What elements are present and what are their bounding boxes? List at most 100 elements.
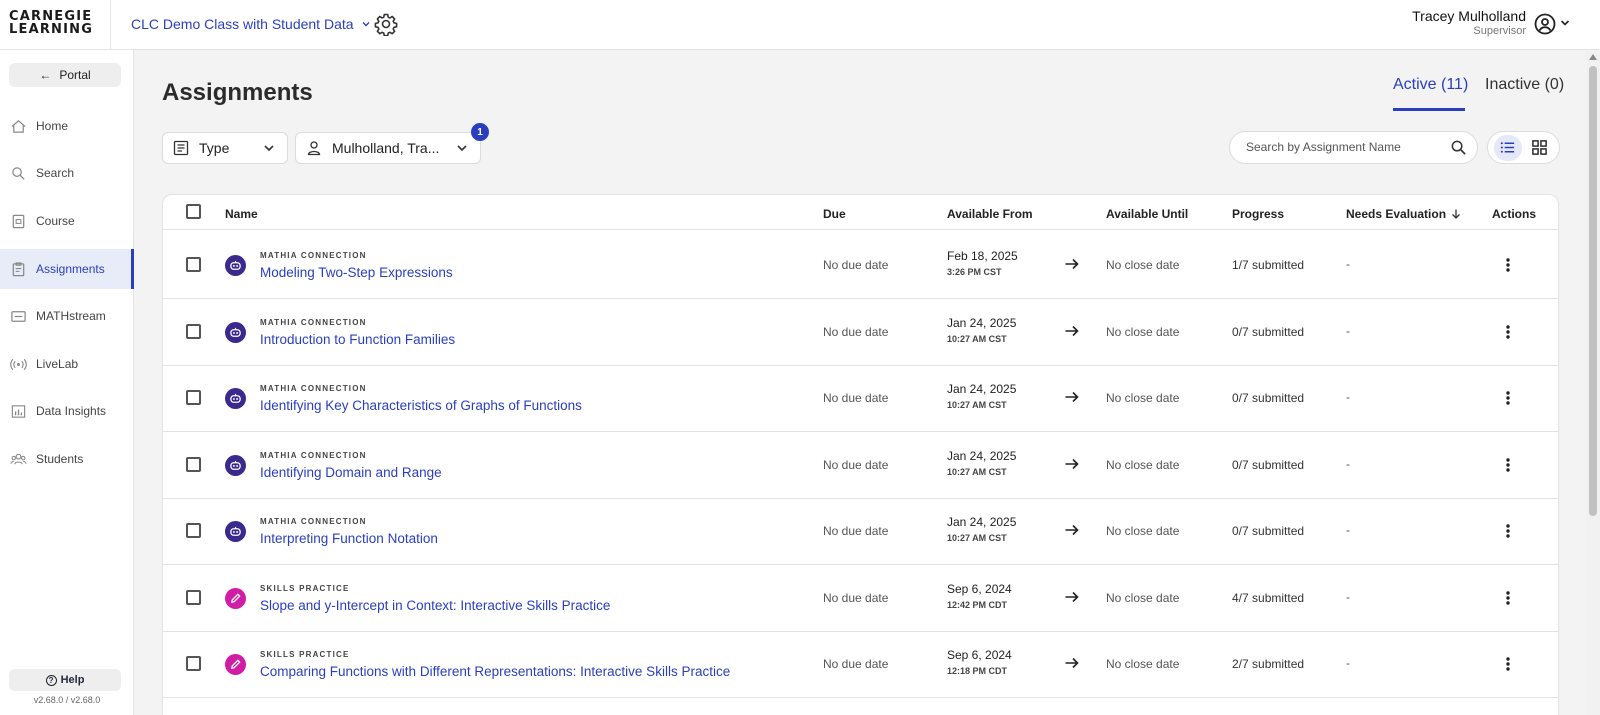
sidebar-item-search[interactable]: Search [0,153,134,193]
row-checkbox[interactable] [186,589,201,605]
available-from-time: 10:27 AM CST [947,533,1007,543]
sidebar-item-home[interactable]: Home [0,106,134,146]
tab-active[interactable]: Active (11) [1393,76,1468,94]
arrow-down-icon [1452,209,1460,219]
version-label: v2.68.0 / v2.68.0 [33,695,101,705]
table-header: Name Due Available From Available Until … [163,195,1558,230]
row-checkbox[interactable] [186,323,201,339]
column-available-from[interactable]: Available From [947,207,1033,221]
data-insights-icon [11,404,26,418]
available-from-time: 10:27 AM CST [947,400,1007,410]
carnegie-learning-logo[interactable]: CARNEGIE LEARNING [9,10,93,36]
available-until: No close date [1106,590,1180,605]
sidebar-item-assignments[interactable]: Assignments [0,249,134,289]
list-view-button[interactable] [1493,134,1522,161]
chevron-down-icon[interactable] [1559,17,1571,29]
column-actions: Actions [1492,207,1537,221]
gear-icon[interactable] [374,12,398,36]
more-actions-button[interactable] [1498,588,1518,608]
arrow-right-icon [1065,657,1079,669]
document-icon [173,140,189,156]
sidebar-item-students[interactable]: Students [0,439,134,479]
more-actions-button[interactable] [1498,654,1518,674]
kebab-menu-icon [1506,657,1510,671]
assignment-name-link[interactable]: Introduction to Function Families [260,332,455,347]
scrollbar[interactable] [1586,50,1600,715]
due-date: No due date [823,457,889,472]
type-filter[interactable]: Type [162,132,288,164]
needs-evaluation: - [1346,257,1350,271]
portal-button[interactable]: ← Portal [9,63,121,87]
available-from-date: Sep 6, 2024 [947,648,1012,662]
arrow-right-icon [1065,458,1079,469]
table-row: MATHIA CONNECTION Identifying Domain and … [163,431,1558,499]
available-from-time: 3:26 PM CST [947,267,1002,277]
row-checkbox[interactable] [186,257,201,272]
sidebar-item-livelab[interactable]: LiveLab [0,344,134,384]
table-row: SKILLS PRACTICE Slope and y-Intercept in … [163,564,1558,632]
more-actions-button[interactable] [1498,255,1518,275]
user-role: Supervisor [1473,25,1526,37]
assignment-name-link[interactable]: Identifying Domain and Range [260,465,442,480]
search-icon[interactable] [1450,139,1467,156]
available-from-date: Sep 6, 2024 [947,581,1012,596]
assignment-name-link[interactable]: Comparing Functions with Different Repre… [260,664,730,679]
available-from-date: Jan 24, 2025 [947,448,1017,463]
mathia-robot-icon [225,454,246,476]
assignment-name-link[interactable]: Slope and y-Intercept in Context: Intera… [260,598,610,613]
needs-evaluation: - [1346,523,1350,537]
search-input[interactable] [1246,140,1446,154]
row-checkbox[interactable] [186,456,201,472]
sidebar-item-mathstream[interactable]: MATHstream [0,296,134,336]
pencil-icon [225,654,246,675]
column-due[interactable]: Due [823,207,846,221]
class-selector[interactable]: CLC Demo Class with Student Data [131,16,372,32]
row-checkbox[interactable] [186,523,201,538]
user-info[interactable]: Tracey Mulholland Supervisor [1412,8,1526,37]
progress: 2/7 submitted [1232,657,1305,671]
assignment-name-link[interactable]: Identifying Key Characteristics of Graph… [260,398,582,413]
column-progress[interactable]: Progress [1232,207,1284,221]
sidebar-item-course[interactable]: Course [0,201,134,241]
grid-view-button[interactable] [1525,135,1553,161]
needs-evaluation: - [1346,589,1350,604]
mathia-robot-icon [225,321,246,343]
available-from-date: Jan 24, 2025 [947,382,1017,396]
more-actions-button[interactable] [1498,322,1518,342]
row-checkbox[interactable] [186,390,201,405]
more-actions-button[interactable] [1498,521,1518,541]
course-icon [12,214,25,228]
due-date: No due date [823,590,889,605]
help-circle-icon: ? [45,674,57,686]
assignments-icon [12,261,25,276]
more-actions-button[interactable] [1498,455,1518,475]
table-row: MATHIA CONNECTION Interpreting Function N… [163,497,1558,565]
column-needs-evaluation[interactable]: Needs Evaluation [1346,207,1462,221]
assignment-name-link[interactable]: Interpreting Function Notation [260,531,438,546]
assignment-type: MATHIA CONNECTION [260,384,367,393]
sidebar-item-data-insights[interactable]: Data Insights [0,391,134,431]
progress: 0/7 submitted [1232,391,1305,405]
arrow-right-icon [1065,591,1079,602]
due-date: No due date [823,391,889,405]
sidebar: ← Portal Home Search Course Assignments … [0,50,134,715]
column-available-until[interactable]: Available Until [1106,207,1188,221]
assignment-type: MATHIA CONNECTION [260,450,367,460]
teacher-filter[interactable]: Mulholland, Tra... [295,132,481,164]
scroll-up-arrow-icon[interactable] [1589,54,1597,60]
select-all-checkbox[interactable] [186,204,201,219]
page-title: Assignments [162,79,313,106]
help-button[interactable]: ? Help [9,669,121,691]
available-until: No close date [1106,324,1180,339]
more-actions-button[interactable] [1498,388,1518,408]
available-until: No close date [1106,524,1180,538]
row-checkbox[interactable] [186,656,201,671]
column-name[interactable]: Name [225,207,258,221]
assignment-name-link[interactable]: Modeling Two-Step Expressions [260,265,453,280]
view-toggle [1487,131,1560,164]
progress: 0/7 submitted [1232,457,1305,472]
tab-inactive[interactable]: Inactive (0) [1485,76,1564,94]
account-circle-icon[interactable] [1533,12,1557,36]
scroll-thumb[interactable] [1589,66,1597,516]
mathstream-icon [11,310,26,322]
